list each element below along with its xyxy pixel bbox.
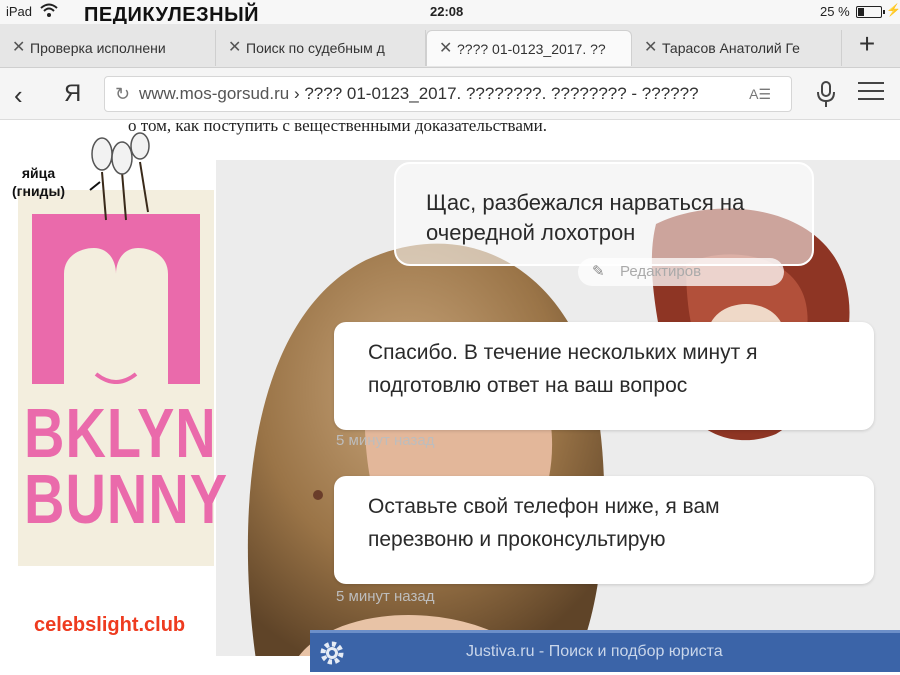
lice-eggs-label: яйца (гниды): [12, 164, 65, 200]
reload-icon[interactable]: ↻: [115, 77, 130, 111]
charging-icon: ⚡: [886, 3, 900, 17]
address-bar[interactable]: ↻ www.mos-gorsud.ru › ???? 01-0123_2017.…: [104, 76, 792, 112]
tab-4[interactable]: ✕ Тарасов Анатолий Ге: [632, 30, 842, 66]
message-2-line2: перезвоню и проконсультирую: [368, 528, 666, 551]
battery-percent: 25 %: [820, 4, 850, 19]
menu-icon[interactable]: [858, 82, 884, 104]
tab-label: Тарасов Анатолий Ге: [662, 40, 800, 56]
url-text: www.mos-gorsud.ru › ???? 01-0123_2017. ?…: [139, 77, 699, 111]
footer-text: Justiva.ru - Поиск и подбор юриста: [466, 643, 723, 660]
edit-button[interactable]: ✎ Редактиров: [578, 258, 784, 286]
chat-message-1: Спасибо. В течение нескольких минут я по…: [334, 322, 874, 430]
chat-footer-bar[interactable]: Justiva.ru - Поиск и подбор юриста: [310, 630, 900, 672]
navigation-bar: ‹ Я ↻ www.mos-gorsud.ru › ???? 01-0123_2…: [0, 68, 900, 120]
close-icon[interactable]: ✕: [644, 30, 657, 66]
chat-message-2: Оставьте свой телефон ниже, я вам перезв…: [334, 476, 874, 584]
tab-label: Поиск по судебным д: [246, 40, 385, 56]
close-icon[interactable]: ✕: [439, 31, 452, 66]
url-host: www.mos-gorsud.ru: [139, 84, 290, 103]
pencil-icon: ✎: [592, 263, 605, 280]
message-1-timestamp: 5 минут назад: [336, 432, 435, 449]
overlay-comment-line1: Щас, разбежался нарваться на: [426, 190, 745, 215]
bridge-bunny-icon: [32, 214, 200, 384]
document-text: о том, как поступить с вещественными док…: [128, 116, 547, 135]
message-2-line1: Оставьте свой телефон ниже, я вам: [368, 495, 720, 518]
overlay-comment: Щас, разбежался нарваться на очередной л…: [426, 188, 744, 248]
clock: 22:08: [430, 4, 464, 19]
tab-1[interactable]: ✕ Проверка исполнени: [0, 30, 216, 66]
nit-eggs-icon: [89, 132, 150, 221]
logo-text-line2: BUNNY: [24, 459, 229, 538]
edit-label: Редактиров: [620, 263, 702, 280]
yandex-logo-button[interactable]: Я: [64, 80, 81, 108]
reader-mode-icon[interactable]: A☰: [749, 77, 771, 111]
message-1-line1: Спасибо. В течение нескольких минут я: [368, 341, 758, 364]
tab-bar: ✕ Проверка исполнени ✕ Поиск по судебным…: [0, 24, 900, 68]
lice-label-line1: яйца: [21, 165, 56, 181]
message-1-line2: подготовлю ответ на ваш вопрос: [368, 374, 688, 397]
tab-2[interactable]: ✕ Поиск по судебным д: [216, 30, 426, 66]
device-name: iPad: [6, 4, 33, 19]
status-bar: iPad ПЕДИКУЛЕЗНЫЙ 22:08 25 % ⚡: [0, 0, 900, 26]
overlay-comment-line2: очередной лохотрон: [426, 220, 636, 245]
lice-label-line2: (гниды): [12, 183, 66, 199]
microphone-icon[interactable]: [816, 80, 836, 108]
message-2-timestamp: 5 минут назад: [336, 588, 435, 605]
watermark: celebslight.club: [34, 614, 186, 636]
bklyn-bunny-logo: BKLYN BUNNY: [18, 190, 229, 566]
tab-3-active[interactable]: ✕ ???? 01-0123_2017. ??: [426, 30, 632, 66]
back-button[interactable]: ‹: [14, 80, 23, 111]
tab-label: Проверка исполнени: [30, 40, 166, 56]
close-icon[interactable]: ✕: [12, 30, 25, 66]
wifi-icon: [40, 3, 58, 17]
battery-icon: [856, 6, 885, 18]
tab-label: ???? 01-0123_2017. ??: [457, 41, 606, 57]
url-path: › ???? 01-0123_2017. ????????. ???????? …: [289, 84, 699, 103]
new-tab-button[interactable]: +: [852, 30, 882, 60]
close-icon[interactable]: ✕: [228, 30, 241, 66]
gear-icon[interactable]: [318, 639, 346, 667]
